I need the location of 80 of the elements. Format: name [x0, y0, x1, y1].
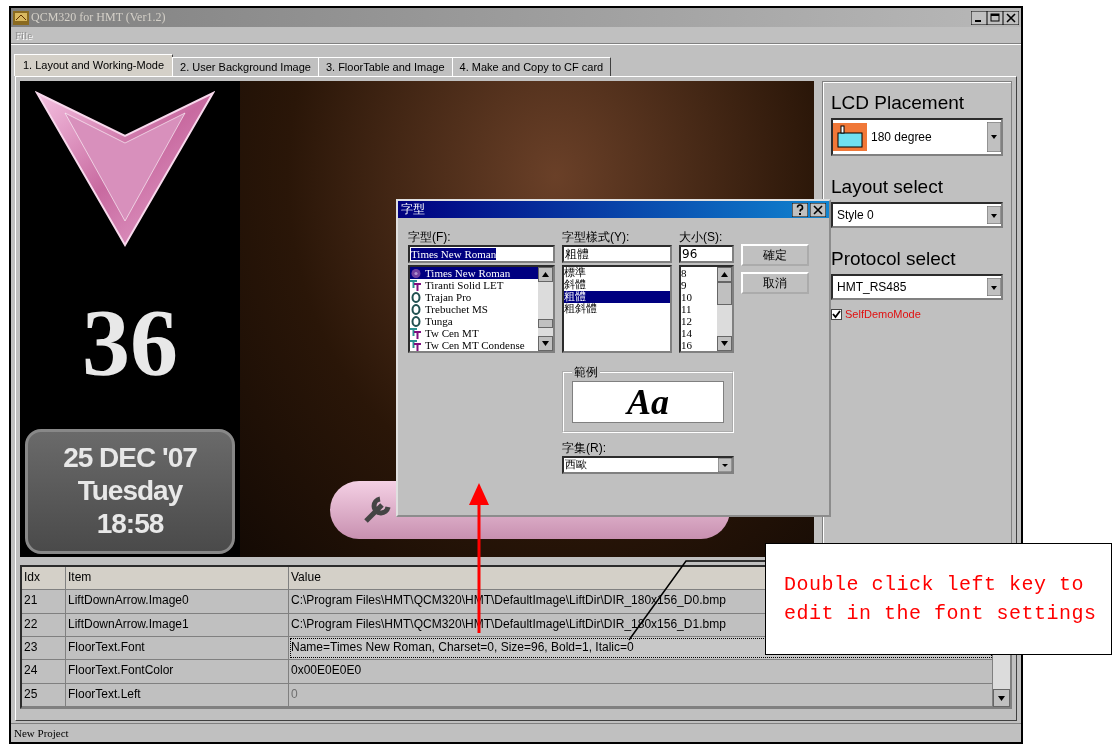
field-label: 大小(S):: [679, 230, 724, 244]
dropdown-arrow-icon: [718, 458, 732, 472]
sample-preview: Aa: [572, 381, 724, 423]
table-cell: FloorText.Left: [66, 683, 289, 706]
table-cell: LiftDownArrow.Image0: [66, 590, 289, 613]
section-heading: LCD Placement: [831, 92, 966, 114]
truetype-font-icon: [410, 327, 422, 339]
table-cell: 22: [22, 613, 66, 636]
font-style-item[interactable]: 標準: [564, 267, 670, 279]
font-size-item[interactable]: 12: [681, 315, 717, 327]
tab[interactable]: 1. Layout and Working-Mode: [14, 54, 174, 76]
font-list-item[interactable]: Trebuchet MS: [410, 303, 538, 315]
font-style-item[interactable]: 粗體: [564, 291, 670, 303]
table-cell: LiftDownArrow.Image1: [66, 613, 289, 636]
opentype-font-icon: [410, 303, 422, 315]
dropdown-arrow-icon: [987, 278, 1001, 296]
font-size-item[interactable]: 16: [681, 339, 717, 351]
maximize-icon[interactable]: [987, 10, 1003, 25]
dropdown-arrow-icon: [987, 206, 1001, 224]
table-cell: 21: [22, 590, 66, 613]
dropdown-arrow-icon: [987, 122, 1001, 152]
truetype-font-icon: [410, 339, 422, 351]
close-icon[interactable]: [1003, 10, 1019, 25]
font-size-item[interactable]: 10: [681, 291, 717, 303]
column-header[interactable]: Item: [66, 567, 289, 590]
table-cell: 24: [22, 660, 66, 683]
tab[interactable]: 2. User Background Image: [172, 57, 319, 76]
charset-dropdown[interactable]: 西歐: [562, 456, 734, 474]
scrollbar[interactable]: [538, 267, 553, 351]
date-text: 25 DEC '07: [63, 443, 197, 475]
help-icon[interactable]: [792, 202, 808, 217]
lcd-display-icon: [833, 123, 867, 151]
close-icon[interactable]: [810, 202, 826, 217]
status-bar: New Project: [11, 723, 1021, 742]
dialog-button[interactable]: 確定: [741, 244, 809, 266]
field-label: 字型(F):: [408, 230, 452, 244]
dialog-title: 字型: [401, 201, 426, 218]
font-size-item[interactable]: 14: [681, 327, 717, 339]
checkbox-label: SelfDemoMode: [845, 308, 921, 320]
font-list-item[interactable]: Tunga: [410, 315, 538, 327]
window-title: QCM320 for HMT (Ver1.2): [31, 10, 167, 25]
time-text: 18:58: [96, 508, 164, 540]
font-size-field[interactable]: 96: [679, 245, 734, 263]
field-label: 字型樣式(Y):: [562, 230, 631, 244]
opentype-font-icon: [410, 315, 422, 327]
app-icon: [13, 10, 29, 25]
font-name-field[interactable]: Times New Roman: [408, 245, 555, 263]
protocol-dropdown[interactable]: HMT_RS485: [831, 274, 1003, 300]
font-style-item[interactable]: 斜體: [564, 279, 670, 291]
field-label: 字集(R):: [562, 441, 607, 455]
table-cell: 25: [22, 683, 66, 706]
table-cell: FloorText.FontColor: [66, 660, 289, 683]
floor-number: 36: [82, 295, 178, 391]
layout-dropdown[interactable]: Style 0: [831, 202, 1003, 228]
dialog-button[interactable]: 取消: [741, 272, 809, 294]
font-size-item[interactable]: 9: [681, 279, 717, 291]
scrollbar[interactable]: [717, 267, 732, 351]
table-cell: 23: [22, 637, 66, 660]
section-heading: Layout select: [831, 176, 944, 198]
font-style-field[interactable]: 粗體: [562, 245, 672, 263]
font-style-item[interactable]: 粗斜體: [564, 303, 670, 315]
font-size-item[interactable]: 11: [681, 303, 717, 315]
tab[interactable]: 3. FloorTable and Image: [317, 57, 453, 76]
opentype-font-icon: [410, 291, 422, 303]
section-heading: Protocol select: [831, 248, 957, 270]
truetype-font-icon: [410, 279, 422, 291]
font-list-item[interactable]: Trajan Pro: [410, 291, 538, 303]
minimize-icon[interactable]: [971, 10, 987, 25]
font-list-item[interactable]: Tw Cen MT Condense: [410, 339, 538, 351]
checkbox[interactable]: [831, 308, 842, 320]
font-list-item[interactable]: Tiranti Solid LET: [410, 279, 538, 291]
tab[interactable]: 4. Make and Copy to CF card: [451, 57, 612, 76]
group-label: 範例: [573, 365, 599, 379]
font-list-item[interactable]: Tw Cen MT: [410, 327, 538, 339]
weekday-text: Tuesday: [77, 476, 183, 507]
flower-font-icon: [410, 267, 422, 279]
lcd-placement-dropdown[interactable]: 180 degree: [831, 118, 1003, 156]
column-header[interactable]: Idx: [22, 567, 66, 590]
font-list-item[interactable]: Times New Roman: [410, 267, 538, 279]
font-size-item[interactable]: 8: [681, 267, 717, 279]
